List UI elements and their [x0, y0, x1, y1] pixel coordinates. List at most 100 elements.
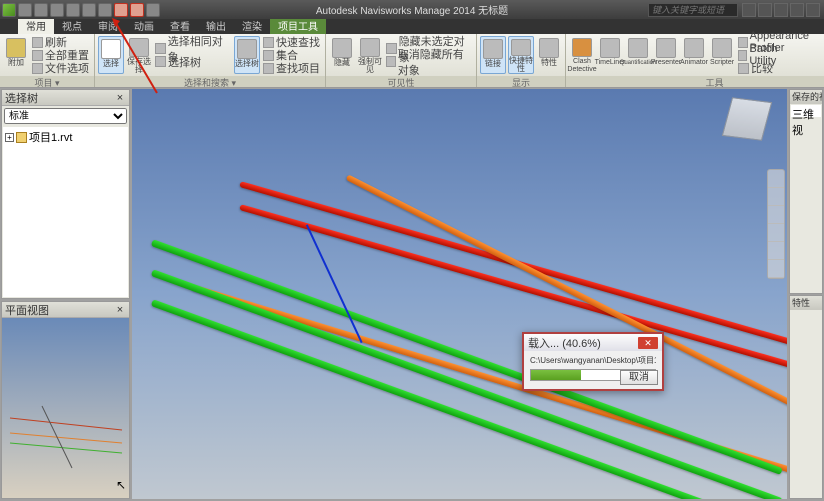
tab-review[interactable]: 审阅 [90, 17, 126, 34]
props-icon [539, 38, 559, 58]
hide-button[interactable]: 隐藏 [329, 36, 355, 74]
plan-view[interactable] [2, 318, 129, 498]
min-icon[interactable] [774, 3, 788, 17]
quant-button[interactable]: Quantification [625, 36, 651, 74]
plan-lines [2, 318, 129, 498]
quickprops-button[interactable]: 快捷特性 [508, 36, 534, 74]
group-label-vis: 可见性 [326, 76, 476, 87]
qat-print-icon[interactable] [50, 3, 64, 17]
animator-button[interactable]: Animator [681, 36, 707, 74]
find-items-button[interactable]: 查找项目 [262, 62, 322, 75]
ribbon: 附加 刷新 全部重置 文件选项 项目 ▾ 选择 保存选择 选择相同对象 选择树 … [0, 34, 824, 88]
tab-render[interactable]: 渲染 [234, 17, 270, 34]
close-icon[interactable] [806, 3, 820, 17]
tab-output[interactable]: 输出 [198, 17, 234, 34]
saved-viewpoints-panel[interactable]: 保存的视点 三维视 [789, 89, 823, 294]
sets-icon [263, 50, 274, 61]
properties-panel[interactable]: 特性 [789, 295, 823, 500]
signin-icon[interactable] [758, 3, 772, 17]
qat-save-icon[interactable] [34, 3, 48, 17]
links-button[interactable]: 链接 [480, 36, 506, 74]
group-label-project: 项目 ▾ [0, 76, 94, 87]
quick-access-toolbar [0, 3, 162, 17]
qat-dropdown-icon[interactable] [146, 3, 160, 17]
vp-item[interactable]: 三维视 [791, 105, 821, 117]
plan-view-header[interactable]: 平面视图× [2, 302, 129, 318]
dialog-close-icon[interactable]: ✕ [638, 337, 658, 349]
append-icon [6, 38, 26, 58]
max-icon[interactable] [790, 3, 804, 17]
hide-unsel-icon [386, 43, 397, 54]
tab-animation[interactable]: 动画 [126, 17, 162, 34]
nav-look-icon[interactable] [768, 242, 784, 260]
expand-icon[interactable]: + [5, 133, 14, 142]
clash-button[interactable]: Clash Detective [569, 36, 595, 74]
ribbon-group-display: 链接 快捷特性 特性 显示 [477, 34, 566, 87]
select-button[interactable]: 选择 [98, 36, 124, 74]
timeliner-button[interactable]: TimeLiner [597, 36, 623, 74]
presenter-button[interactable]: Presenter [653, 36, 679, 74]
tree-item[interactable]: + 项目1.rvt [5, 129, 126, 145]
select-same-icon [155, 43, 166, 54]
nav-walk-icon[interactable] [768, 260, 784, 278]
timeliner-icon [600, 38, 620, 58]
help-search-input[interactable] [648, 3, 738, 17]
app-logo-icon[interactable] [2, 3, 16, 17]
save-sel-icon [129, 38, 149, 57]
ribbon-group-project: 附加 刷新 全部重置 文件选项 项目 ▾ [0, 34, 95, 87]
tree2-icon [237, 39, 257, 59]
qat-select-icon[interactable] [114, 3, 128, 17]
nav-pan-icon[interactable] [768, 188, 784, 206]
nav-wheel-icon[interactable] [768, 170, 784, 188]
qat-undo-icon[interactable] [82, 3, 96, 17]
qat-open-icon[interactable] [18, 3, 32, 17]
help-icon[interactable] [742, 3, 756, 17]
cursor-icon: ↖ [116, 478, 126, 492]
save-sel-button[interactable]: 保存选择 [126, 36, 152, 74]
props-button[interactable]: 特性 [536, 36, 562, 74]
workspace: 选择树× 标准 + 项目1.rvt 平面视图× [0, 88, 824, 500]
sel-tree-button[interactable]: 选择树 [154, 55, 214, 68]
tab-viewpoint[interactable]: 视点 [54, 17, 90, 34]
qat-redo-icon[interactable] [98, 3, 112, 17]
nav-bar[interactable] [767, 169, 785, 279]
unhide-all-button[interactable]: 取消隐藏所有对象 [385, 55, 473, 68]
compare-icon [738, 63, 749, 74]
nav-orbit-icon[interactable] [768, 224, 784, 242]
right-dock: 保存的视点 三维视 特性 [788, 88, 824, 500]
app-title: Autodesk Navisworks Manage 2014 无标题 [316, 2, 508, 17]
close-icon[interactable]: × [114, 304, 126, 316]
qat-select2-icon[interactable] [130, 3, 144, 17]
qat-refresh-icon[interactable] [66, 3, 80, 17]
sel-tree-header[interactable]: 选择树× [2, 90, 129, 106]
scripter-icon [712, 38, 732, 58]
append-button[interactable]: 附加 [3, 36, 29, 74]
left-dock: 选择树× 标准 + 项目1.rvt 平面视图× [0, 88, 131, 500]
tab-itemtools[interactable]: 项目工具 [270, 17, 326, 34]
file-icon [16, 132, 27, 143]
fileopt-button[interactable]: 文件选项 [31, 62, 91, 75]
group-label-display: 显示 [477, 76, 565, 87]
select-tree-button2[interactable]: 选择树 [234, 36, 260, 74]
selection-tree[interactable]: + 项目1.rvt [3, 127, 128, 297]
ribbon-group-select: 选择 保存选择 选择相同对象 选择树 选择树 快速查找 集合 查找项目 选择和搜… [95, 34, 326, 87]
compare-button[interactable]: 比较 [737, 62, 797, 75]
dialog-titlebar[interactable]: 载入... (40.6%) ✕ [524, 334, 662, 351]
presenter-icon [656, 38, 676, 58]
scripter-button[interactable]: Scripter [709, 36, 735, 74]
viewcube[interactable] [722, 97, 772, 141]
reqd-button[interactable]: 强制可见 [357, 36, 383, 74]
cancel-button[interactable]: 取消 [620, 370, 658, 385]
tree-mode-select[interactable]: 标准 [4, 108, 127, 124]
tab-home[interactable]: 常用 [18, 17, 54, 34]
find-items-icon [263, 63, 274, 74]
clash-icon [572, 38, 592, 57]
viewport-3d[interactable]: 载入... (40.6%) ✕ C:\Users\wangyanan\Deskt… [132, 89, 787, 499]
refresh-icon [32, 37, 43, 48]
pipe-green [151, 269, 783, 499]
tab-look[interactable]: 查看 [162, 17, 198, 34]
qprops-icon [511, 39, 531, 56]
nav-zoom-icon[interactable] [768, 206, 784, 224]
group-label-tools: 工具 [566, 76, 824, 87]
close-icon[interactable]: × [114, 92, 126, 104]
